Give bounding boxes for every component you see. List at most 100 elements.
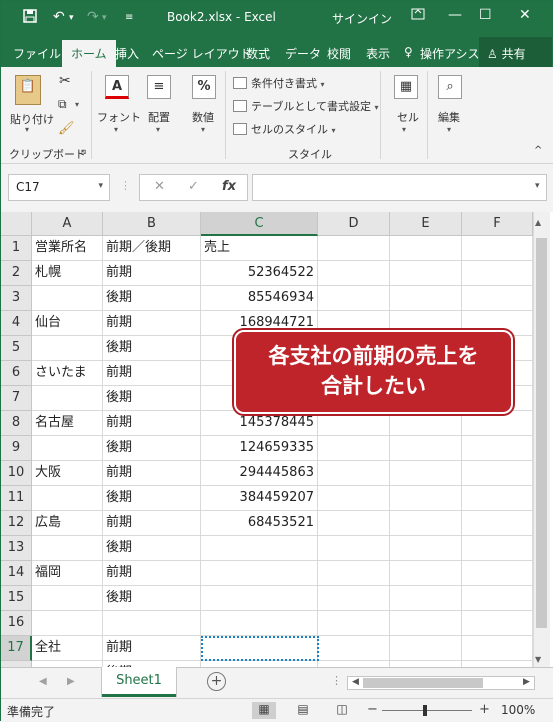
worksheet-grid[interactable]: ABCDEF 1 営業所名 前期／後期 売上 2 札幌 前期 52364522 3 後期 85546… [1,212,553,667]
format-as-table-button[interactable]: テーブルとして書式設定 ▾ [233,98,379,114]
cell-empty[interactable] [462,636,533,661]
cell-b[interactable]: 前期 [103,261,201,286]
insert-function-icon[interactable]: fx [222,179,236,194]
cell-empty[interactable] [390,411,462,436]
cell-a[interactable]: 広島 [32,511,103,536]
tab-data[interactable]: データ [285,45,321,62]
cell-c[interactable]: 68453521 [201,511,318,536]
cell-empty[interactable] [318,611,390,636]
cell-a[interactable] [32,486,103,511]
row-header[interactable]: 12 [1,511,32,536]
redo-icon[interactable]: ↷ [87,9,99,25]
cell-a[interactable] [32,611,103,636]
collapse-ribbon-icon[interactable]: ^ [534,145,542,156]
page-break-view-icon[interactable]: ◫ [330,702,354,719]
select-all-corner[interactable] [1,212,32,236]
maximize-icon[interactable]: ☐ [479,7,492,23]
cell-a[interactable]: 福岡 [32,561,103,586]
conditional-formatting-button[interactable]: 条件付き書式 ▾ [233,75,325,91]
tab-home[interactable]: ホーム [62,40,116,67]
next-sheet-icon[interactable]: ▶ [67,676,75,687]
zoom-slider[interactable] [382,710,472,711]
cell-empty[interactable] [318,461,390,486]
tab-file[interactable]: ファイル [13,45,61,62]
active-cell-marquee[interactable] [201,636,319,661]
cell-b[interactable]: 後期 [103,286,201,311]
cell-empty[interactable] [318,511,390,536]
prev-sheet-icon[interactable]: ◀ [39,676,47,687]
cell-empty[interactable] [462,411,533,436]
undo-icon[interactable]: ↶ [53,9,65,25]
cell-empty[interactable] [390,536,462,561]
cell-empty[interactable] [390,511,462,536]
cell-empty[interactable] [390,236,462,261]
cell-b[interactable]: 前期／後期 [103,236,201,261]
cell-b[interactable]: 前期 [103,461,201,486]
name-box[interactable]: C17 ▾ [8,174,110,201]
share-button[interactable]: ♙ 共有 [479,37,552,67]
tab-page-layout[interactable]: ページ レイアウト [152,45,252,62]
cell-c[interactable]: 124659335 [201,436,318,461]
cell-empty[interactable] [390,636,462,661]
cell-empty[interactable] [390,611,462,636]
cell-empty[interactable] [318,236,390,261]
cell-b[interactable]: 後期 [103,436,201,461]
row-header[interactable]: 15 [1,586,32,611]
cell-a[interactable] [32,436,103,461]
cancel-icon[interactable]: ✕ [154,179,165,194]
cell-b[interactable]: 前期 [103,561,201,586]
clipboard-launcher-icon[interactable]: ⧅ [81,147,86,157]
tell-me-box[interactable]: 操作アシス [420,45,480,62]
cell-b[interactable] [103,611,201,636]
row-header[interactable]: 3 [1,286,32,311]
cell-c[interactable]: 52364522 [201,261,318,286]
zoom-level[interactable]: 100% [501,703,535,717]
zoom-slider-knob[interactable] [423,705,427,716]
cell-c[interactable] [201,561,318,586]
cell-empty[interactable] [462,261,533,286]
cell-c[interactable]: 294445863 [201,461,318,486]
row-header[interactable]: 2 [1,261,32,286]
horizontal-scroll-thumb[interactable] [363,678,483,688]
row-header[interactable]: 6 [1,361,32,386]
scroll-right-icon[interactable]: ▶ [523,677,530,687]
cell-empty[interactable] [462,511,533,536]
row-header[interactable]: 10 [1,461,32,486]
ribbon-options-icon[interactable] [411,7,425,25]
cell-empty[interactable] [318,261,390,286]
cell-b[interactable]: 前期 [103,411,201,436]
cell-a[interactable] [32,536,103,561]
zoom-in-icon[interactable]: + [479,702,490,717]
cell-empty[interactable] [390,286,462,311]
cell-b[interactable]: 前期 [103,636,201,661]
cell-a[interactable]: 大阪 [32,461,103,486]
column-header-d[interactable]: D [318,212,390,236]
cell-empty[interactable] [318,486,390,511]
cell-b[interactable]: 後期 [103,486,201,511]
redo-dropdown-icon[interactable]: ▾ [102,13,107,23]
cell-a[interactable]: 営業所名 [32,236,103,261]
cell-a[interactable]: さいたま [32,361,103,386]
cell-b[interactable]: 後期 [103,386,201,411]
row-header[interactable]: 7 [1,386,32,411]
copy-icon[interactable]: ⧉ [58,97,67,112]
name-box-dropdown-icon[interactable]: ▾ [98,181,103,191]
column-header-f[interactable]: F [462,212,533,236]
cell-c[interactable] [201,536,318,561]
save-icon[interactable] [23,9,37,27]
cell-empty[interactable] [318,536,390,561]
cell-a[interactable] [32,336,103,361]
cell-c[interactable] [201,611,318,636]
undo-dropdown-icon[interactable]: ▾ [69,13,74,23]
cell-c[interactable]: 145378445 [201,411,318,436]
row-header[interactable]: 16 [1,611,32,636]
cell-empty[interactable] [390,486,462,511]
tab-formulas[interactable]: 数式 [246,45,270,62]
add-sheet-icon[interactable]: + [207,672,226,691]
cell-c[interactable] [201,586,318,611]
cell-b[interactable]: 前期 [103,311,201,336]
cell-b[interactable]: 前期 [103,511,201,536]
cell-a[interactable] [32,286,103,311]
formula-input[interactable] [252,174,547,201]
cell-empty[interactable] [390,586,462,611]
